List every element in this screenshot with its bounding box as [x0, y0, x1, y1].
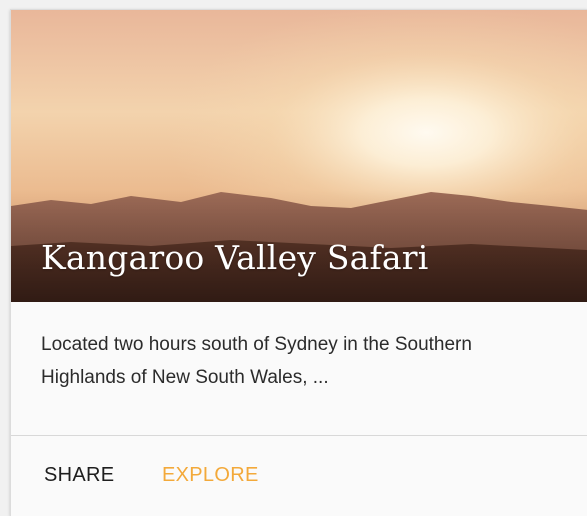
explore-button[interactable]: EXPLORE	[158, 460, 263, 491]
card-media: Kangaroo Valley Safari	[11, 10, 587, 302]
safari-card: Kangaroo Valley Safari Located two hours…	[10, 9, 587, 516]
card-supporting-text: Located two hours south of Sydney in the…	[41, 334, 472, 388]
card-actions: SHARE EXPLORE	[11, 436, 587, 516]
share-button[interactable]: SHARE	[40, 460, 118, 491]
card-title: Kangaroo Valley Safari	[41, 238, 429, 277]
